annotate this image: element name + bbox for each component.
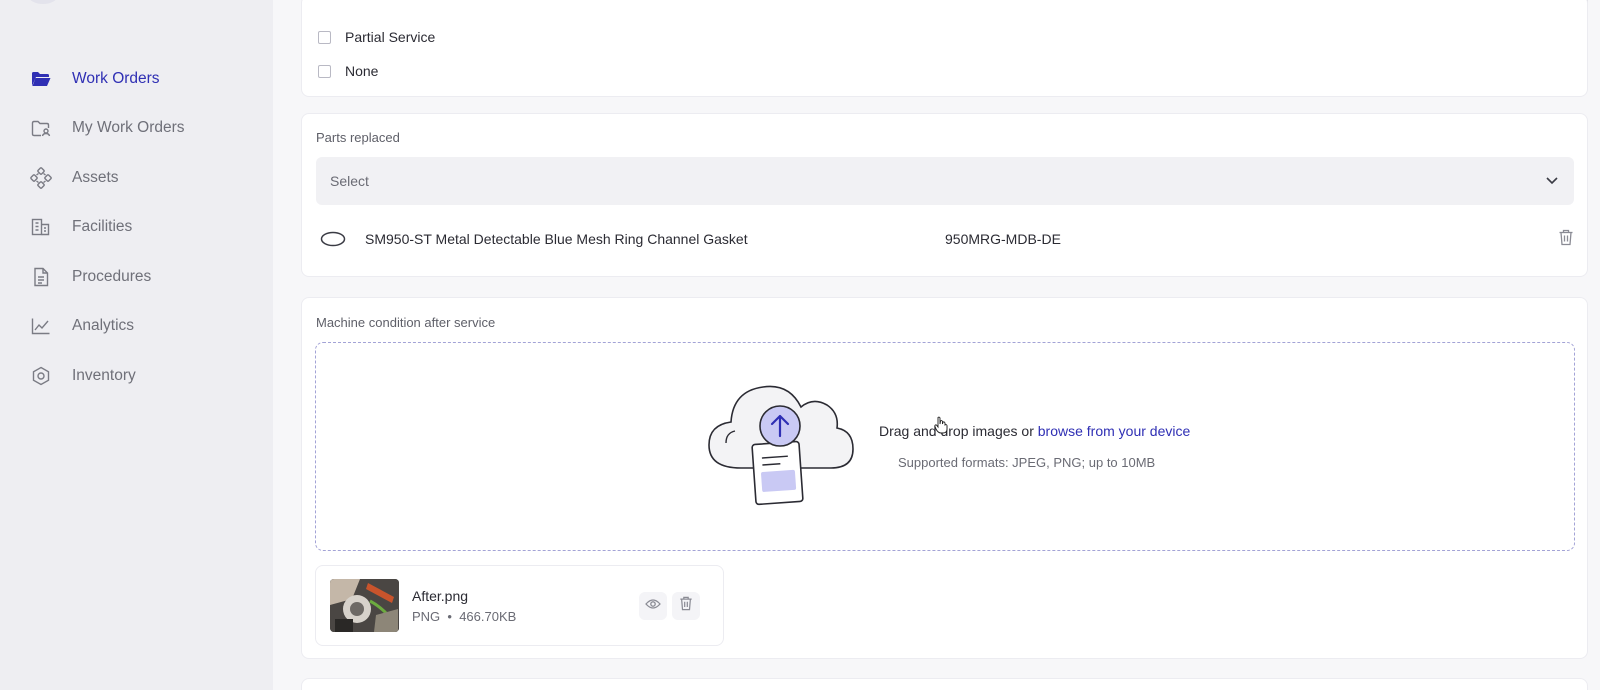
folder-open-icon bbox=[30, 68, 52, 90]
gasket-ring-icon bbox=[320, 231, 346, 252]
sidebar-nav: Work Orders My Work Orders Assets Facili… bbox=[0, 54, 273, 401]
file-meta: PNG • 466.70KB bbox=[412, 609, 516, 624]
checkbox-none[interactable]: None bbox=[318, 63, 378, 79]
select-placeholder: Select bbox=[330, 173, 369, 189]
sidebar-item-label: My Work Orders bbox=[72, 119, 185, 137]
part-code: 950MRG-MDB-DE bbox=[945, 231, 1061, 247]
parts-select[interactable]: Select bbox=[316, 157, 1574, 205]
trash-icon[interactable] bbox=[1558, 229, 1574, 251]
file-size: 466.70KB bbox=[459, 609, 517, 624]
sidebar-item-label: Analytics bbox=[72, 317, 135, 335]
building-icon bbox=[30, 216, 52, 238]
chevron-down-icon bbox=[1544, 172, 1560, 193]
checkbox[interactable] bbox=[318, 64, 331, 78]
sidebar-item-label: Inventory bbox=[72, 366, 136, 384]
sidebar-item-assets[interactable]: Assets bbox=[0, 153, 273, 203]
sidebar-item-label: Facilities bbox=[72, 218, 133, 236]
cloud-upload-icon bbox=[701, 373, 861, 513]
file-meta-separator: • bbox=[447, 609, 452, 624]
part-row: SM950-ST Metal Detectable Blue Mesh Ring… bbox=[320, 225, 1574, 253]
file-thumbnail bbox=[330, 579, 399, 632]
part-name: SM950-ST Metal Detectable Blue Mesh Ring… bbox=[365, 231, 748, 247]
sidebar: Work Orders My Work Orders Assets Facili… bbox=[0, 0, 273, 690]
eye-icon bbox=[645, 597, 661, 615]
assets-nodes-icon bbox=[30, 166, 52, 189]
chart-line-icon bbox=[30, 315, 52, 337]
file-name: After.png bbox=[412, 588, 469, 604]
machine-condition-label: Machine condition after service bbox=[316, 315, 496, 330]
trash-icon bbox=[679, 596, 693, 616]
file-type: PNG bbox=[412, 609, 441, 624]
hexagon-nut-icon bbox=[30, 365, 52, 387]
sidebar-item-analytics[interactable]: Analytics bbox=[0, 302, 273, 352]
logo bbox=[28, 0, 58, 4]
browse-device-link[interactable]: browse from your device bbox=[1038, 423, 1191, 439]
dropzone-text: Drag and drop images or browse from your… bbox=[879, 423, 1190, 439]
uploaded-file-card: After.png PNG • 466.70KB bbox=[315, 565, 724, 646]
sidebar-item-label: Procedures bbox=[72, 267, 152, 285]
dropzone-instruction: Drag and drop images or bbox=[879, 423, 1038, 439]
sidebar-item-work-orders[interactable]: Work Orders bbox=[0, 54, 273, 104]
folder-user-icon bbox=[30, 117, 52, 139]
delete-file-button[interactable] bbox=[672, 592, 700, 620]
checkbox-label: Partial Service bbox=[345, 29, 436, 45]
image-dropzone[interactable]: Drag and drop images or browse from your… bbox=[315, 342, 1575, 551]
preview-button[interactable] bbox=[639, 592, 667, 620]
sidebar-item-procedures[interactable]: Procedures bbox=[0, 252, 273, 302]
sidebar-item-inventory[interactable]: Inventory bbox=[0, 351, 273, 401]
checkbox[interactable] bbox=[318, 30, 331, 44]
sidebar-item-label: Assets bbox=[72, 168, 119, 186]
checkbox-label: None bbox=[345, 63, 379, 79]
sidebar-item-label: Work Orders bbox=[72, 69, 160, 87]
checkbox-partial-service[interactable]: Partial Service bbox=[318, 29, 435, 45]
document-icon bbox=[30, 266, 52, 288]
service-options-card bbox=[301, 0, 1588, 97]
supported-formats-text: Supported formats: JPEG, PNG; up to 10MB bbox=[898, 455, 1156, 470]
next-section-card bbox=[301, 678, 1588, 690]
parts-replaced-label: Parts replaced bbox=[316, 130, 400, 145]
sidebar-item-facilities[interactable]: Facilities bbox=[0, 203, 273, 253]
hand-cursor-icon bbox=[934, 416, 948, 439]
sidebar-item-my-work-orders[interactable]: My Work Orders bbox=[0, 104, 273, 154]
